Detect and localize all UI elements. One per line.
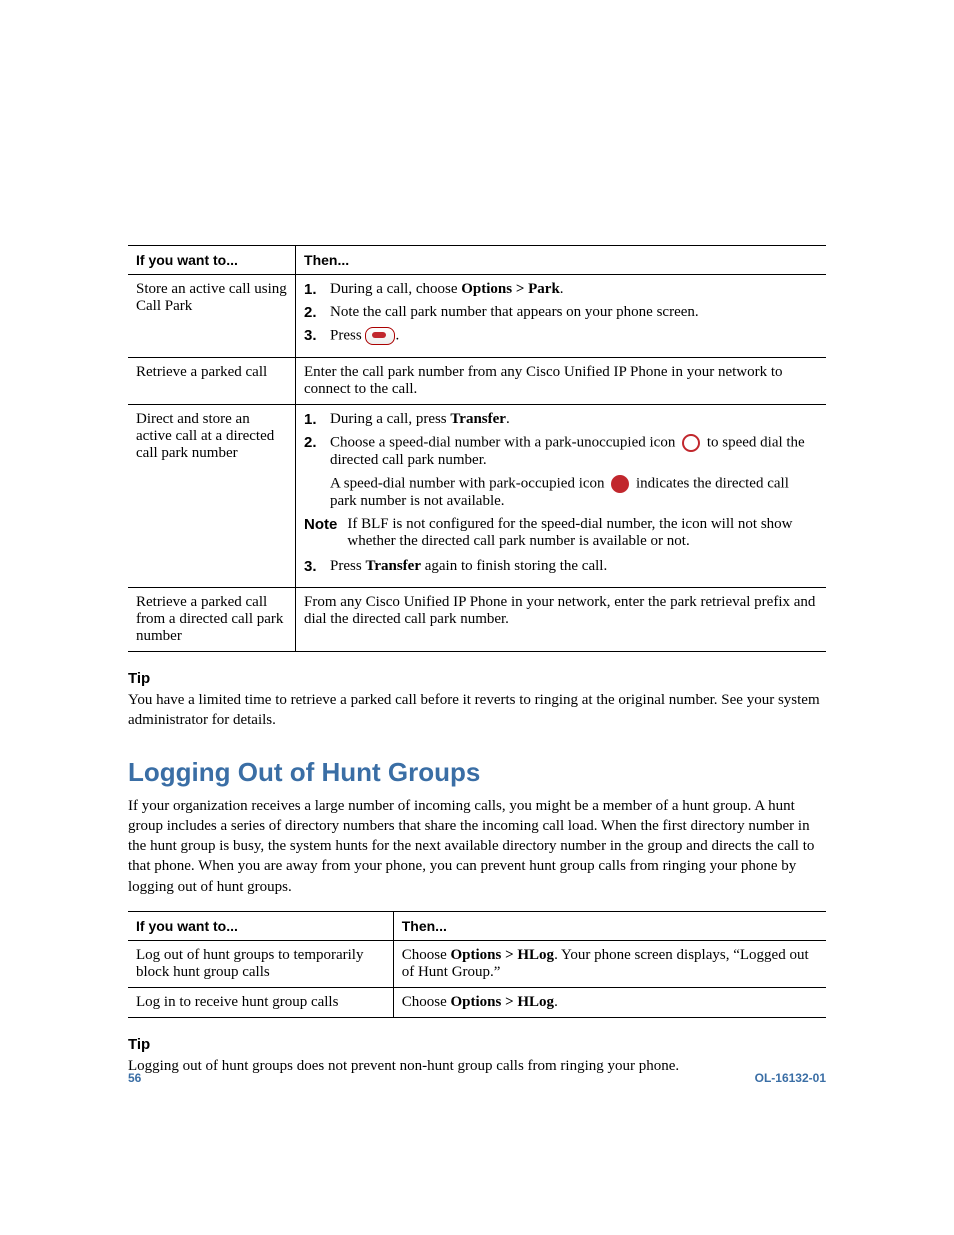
text: A speed-dial number with park-occupied i…	[330, 475, 608, 491]
cell-want: Log in to receive hunt group calls	[128, 987, 393, 1017]
text: .	[506, 411, 510, 427]
list-item: During a call, choose Options > Park.	[326, 281, 818, 298]
list-item: Press .	[326, 327, 818, 345]
text: During a call, choose	[330, 281, 461, 297]
table1-header-want: If you want to...	[128, 246, 296, 275]
text: .	[395, 327, 399, 343]
text: Choose	[402, 994, 451, 1010]
table2-header-then: Then...	[393, 911, 826, 940]
text: Choose	[402, 947, 451, 963]
section-title: Logging Out of Hunt Groups	[128, 757, 826, 788]
bold-text: Options > Park	[461, 281, 560, 297]
cell-then: From any Cisco Unified IP Phone in your …	[296, 588, 826, 652]
text: .	[560, 281, 564, 297]
note-label: Note	[304, 516, 337, 550]
note-block: Note If BLF is not configured for the sp…	[304, 516, 818, 550]
list-item: Choose a speed-dial number with a park-u…	[326, 434, 818, 469]
cell-want: Log out of hunt groups to temporarily bl…	[128, 940, 393, 987]
cell-then: Choose Options > HLog.	[393, 987, 826, 1017]
cell-want: Retrieve a parked call from a directed c…	[128, 588, 296, 652]
doc-id: OL-16132-01	[755, 1071, 826, 1085]
list-item: Press Transfer again to finish storing t…	[326, 558, 818, 575]
cell-then: During a call, choose Options > Park. No…	[296, 275, 826, 358]
table-row: Retrieve a parked call from a directed c…	[128, 588, 826, 652]
note-text: If BLF is not configured for the speed-d…	[347, 516, 818, 550]
cell-want: Retrieve a parked call	[128, 358, 296, 405]
text: Choose a speed-dial number with a park-u…	[330, 434, 679, 450]
cell-want: Store an active call using Call Park	[128, 275, 296, 358]
tip-heading: Tip	[128, 670, 826, 687]
call-park-table: If you want to... Then... Store an activ…	[128, 245, 826, 652]
text: again to finish storing the call.	[421, 558, 607, 574]
table-row: Direct and store an active call at a dir…	[128, 405, 826, 588]
cell-then: Enter the call park number from any Cisc…	[296, 358, 826, 405]
table-row: Log in to receive hunt group calls Choos…	[128, 987, 826, 1017]
text: Press	[330, 327, 365, 343]
bold-text: Options > HLog	[450, 994, 554, 1010]
table1-header-then: Then...	[296, 246, 826, 275]
indent-text: A speed-dial number with park-occupied i…	[330, 475, 818, 510]
text: Press	[330, 558, 365, 574]
tip-text: You have a limited time to retrieve a pa…	[128, 690, 826, 731]
table-row: Store an active call using Call Park Dur…	[128, 275, 826, 358]
text: .	[554, 994, 558, 1010]
hunt-group-table: If you want to... Then... Log out of hun…	[128, 911, 826, 1018]
text: During a call, press	[330, 411, 450, 427]
cell-then: During a call, press Transfer. Choose a …	[296, 405, 826, 588]
page-number: 56	[128, 1071, 141, 1085]
cell-then: Choose Options > HLog. Your phone screen…	[393, 940, 826, 987]
tip-heading: Tip	[128, 1036, 826, 1053]
bold-text: Options > HLog	[450, 947, 554, 963]
park-occupied-icon	[611, 475, 629, 493]
document-page: If you want to... Then... Store an activ…	[0, 0, 954, 1235]
list-item: Note the call park number that appears o…	[326, 304, 818, 321]
bold-text: Transfer	[450, 411, 506, 427]
cell-want: Direct and store an active call at a dir…	[128, 405, 296, 588]
section-intro: If your organization receives a large nu…	[128, 796, 826, 897]
page-footer: 56 OL-16132-01	[128, 1071, 826, 1085]
hangup-icon	[365, 327, 395, 345]
table-row: Log out of hunt groups to temporarily bl…	[128, 940, 826, 987]
park-unoccupied-icon	[682, 434, 700, 452]
table2-header-want: If you want to...	[128, 911, 393, 940]
table-row: Retrieve a parked call Enter the call pa…	[128, 358, 826, 405]
bold-text: Transfer	[365, 558, 421, 574]
list-item: During a call, press Transfer.	[326, 411, 818, 428]
